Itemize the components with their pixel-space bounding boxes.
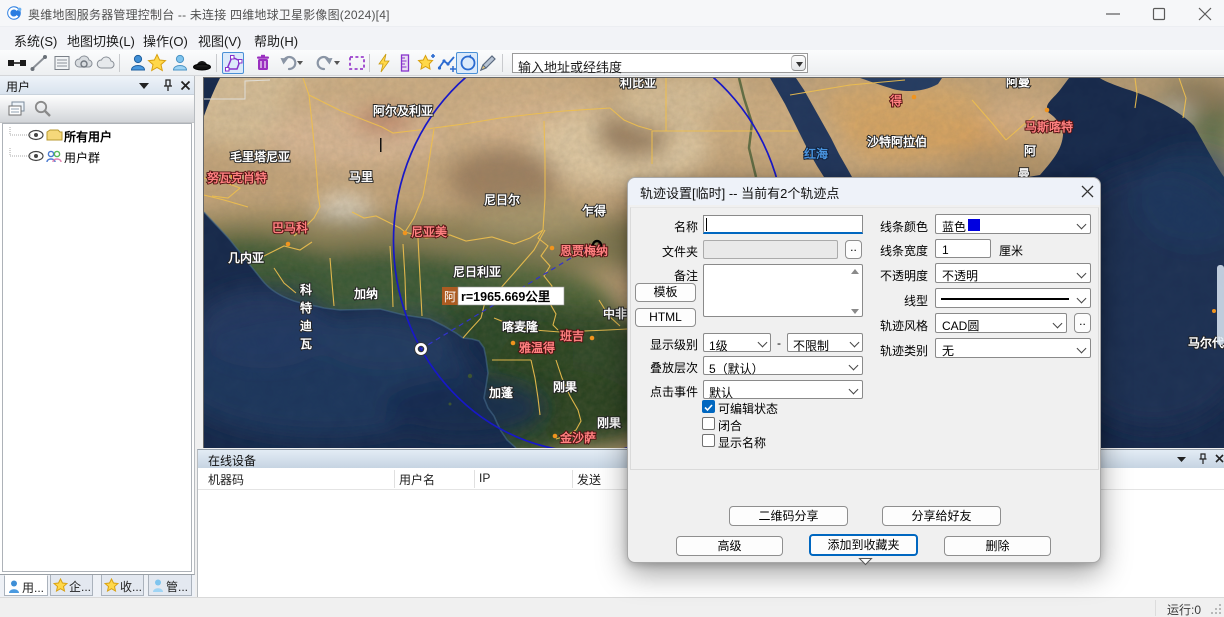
svg-text:得: 得 (889, 93, 902, 108)
svg-text:马斯喀特: 马斯喀特 (1025, 119, 1073, 134)
svg-text:努瓦克肖特: 努瓦克肖特 (207, 170, 267, 185)
svg-text:阿曼: 阿曼 (1006, 78, 1030, 89)
svg-text:恩贾梅纳: 恩贾梅纳 (560, 243, 608, 258)
svg-text:刚果: 刚果 (597, 416, 621, 430)
svg-text:金沙萨: 金沙萨 (559, 430, 596, 445)
svg-text:乍得: 乍得 (582, 203, 606, 218)
svg-text:雅温得: 雅温得 (518, 340, 555, 355)
svg-text:尼亚美: 尼亚美 (411, 224, 448, 239)
svg-text:阿: 阿 (444, 290, 456, 304)
svg-text:巴马科: 巴马科 (272, 220, 308, 235)
svg-text:r=1965.669公里: r=1965.669公里 (461, 289, 551, 304)
svg-text:阿: 阿 (1024, 144, 1036, 158)
svg-text:尼日利亚: 尼日利亚 (453, 264, 501, 279)
svg-text:班吉: 班吉 (560, 328, 584, 343)
svg-text:阿尔及利亚: 阿尔及利亚 (373, 103, 433, 118)
svg-text:加蓬: 加蓬 (488, 385, 514, 400)
svg-text:中非: 中非 (603, 306, 627, 321)
svg-text:利比亚: 利比亚 (620, 78, 656, 90)
svg-text:迪: 迪 (300, 318, 312, 333)
svg-text:毛里塔尼亚: 毛里塔尼亚 (230, 149, 290, 164)
svg-text:尼日尔: 尼日尔 (484, 192, 520, 207)
svg-text:几内亚: 几内亚 (228, 250, 264, 265)
svg-text:加纳: 加纳 (353, 286, 378, 301)
svg-text:马里: 马里 (349, 169, 373, 184)
svg-text:瓦: 瓦 (300, 337, 312, 351)
svg-text:刚果: 刚果 (553, 380, 577, 394)
svg-text:红海: 红海 (804, 146, 828, 161)
svg-text:沙特阿拉伯: 沙特阿拉伯 (867, 134, 927, 149)
svg-text:特: 特 (300, 300, 312, 315)
svg-text:喀麦隆: 喀麦隆 (502, 319, 539, 334)
svg-text:科: 科 (300, 282, 312, 297)
